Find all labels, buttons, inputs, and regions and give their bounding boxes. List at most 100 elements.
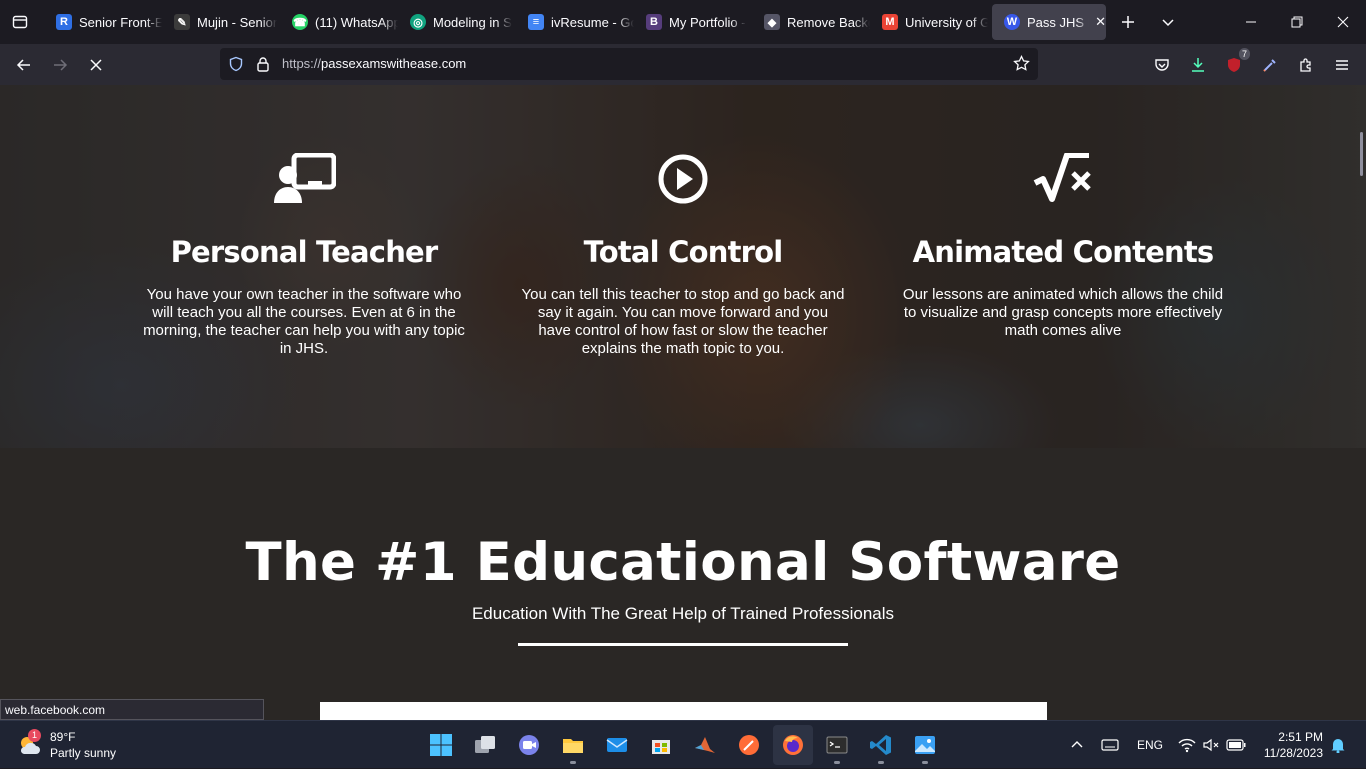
downloads-button[interactable] [1185,52,1211,78]
content-card [320,702,1047,720]
volume-button[interactable] [1202,721,1220,769]
video-chat-icon [519,735,539,755]
tab-list-button[interactable] [0,0,40,44]
tab-favicon-icon: W [1004,14,1020,30]
page-subheading: Education With The Great Help of Trained… [471,604,895,623]
weather-description: Partly sunny [50,746,117,760]
battery-button[interactable] [1226,721,1246,769]
extension-badge: 7 [1238,48,1250,60]
terminal-button[interactable] [817,725,857,765]
tab-favicon-icon: ☎ [292,14,308,30]
bookmark-star-icon[interactable] [1013,54,1030,77]
clock-button[interactable]: 2:51 PM 11/28/2023 [1264,729,1323,761]
file-explorer-button[interactable] [553,725,593,765]
windows-logo-icon [430,734,452,756]
photos-button[interactable] [905,725,945,765]
tab-pass-jhs-active[interactable]: W Pass JHS M ✕ [992,4,1106,40]
teams-chat-button[interactable] [509,725,549,765]
download-icon [1192,58,1204,72]
chevron-down-icon [1162,19,1174,27]
back-button[interactable] [11,52,37,78]
weather-widget[interactable]: 1 89°F Partly sunny [16,729,116,761]
features-hero-section: Personal Teacher You have your own teach… [0,85,1366,448]
tab-close-icon[interactable]: ✕ [1095,14,1106,30]
list-all-tabs-button[interactable] [1156,10,1180,34]
address-bar[interactable]: https://passexamswithease.com [220,48,1038,80]
puzzle-icon [1300,58,1311,72]
feature-title: Animated Contents [912,235,1215,269]
matlab-icon [695,737,715,753]
terminal-icon [826,736,848,754]
tab-title: University of G [905,14,988,30]
close-icon [1337,16,1349,28]
postman-button[interactable] [729,725,769,765]
tab-chatgpt-modeling[interactable]: ◎ Modeling in S [398,4,516,40]
hamburger-menu-icon [1336,60,1348,70]
tab-title: Remove Backg [787,14,870,30]
page-scrollbar[interactable] [1360,132,1363,176]
bell-icon [1331,739,1345,753]
pocket-button[interactable] [1149,52,1175,78]
restore-icon [1291,16,1303,28]
close-window-button[interactable] [1320,0,1366,44]
notifications-button[interactable] [1330,721,1346,769]
vscode-button[interactable] [861,725,901,765]
mail-button[interactable] [597,725,637,765]
play-circle-icon [657,153,709,210]
shield-icon [1228,58,1240,72]
forward-button[interactable] [47,52,73,78]
extensions-button[interactable] [1293,52,1319,78]
ublock-extension-button[interactable]: 7 [1221,48,1250,78]
plus-icon [1122,16,1134,28]
battery-icon [1226,739,1246,751]
tab-university-gmail[interactable]: M University of G [870,4,988,40]
show-hidden-icons-button[interactable] [1070,721,1084,769]
mail-icon [606,738,628,752]
tab-strip: R Senior Front-E ✎ Mujin - Senior ☎ (11)… [0,0,1366,44]
tab-title: Modeling in S [433,14,512,30]
tab-mujin[interactable]: ✎ Mujin - Senior [162,4,280,40]
tab-remove-background[interactable]: ◆ Remove Backg [752,4,870,40]
microsoft-store-button[interactable] [641,725,681,765]
feature-description: You have your own teacher in the softwar… [143,286,465,357]
wifi-icon [1178,738,1196,753]
tracking-protection-shield-icon[interactable] [228,56,244,77]
folder-icon [563,739,583,753]
tab-whatsapp[interactable]: ☎ (11) WhatsApp [280,4,398,40]
page-heading: The #1 Educational Software [245,532,1121,593]
input-language-indicator[interactable]: ENG [1137,721,1163,769]
tab-my-portfolio[interactable]: B My Portfolio - [634,4,752,40]
eyedropper-icon [1263,59,1276,72]
new-tab-button[interactable] [1116,10,1140,34]
language-label: ENG [1137,738,1164,752]
firefox-button[interactable] [773,725,813,765]
tab-favicon-icon: ✎ [174,14,190,30]
task-view-button[interactable] [465,725,505,765]
network-button[interactable] [1178,721,1196,769]
keyboard-icon [1101,739,1119,751]
tab-senior-frontend[interactable]: R Senior Front-E [44,4,162,40]
intro-section: The #1 Educational Software Education Wi… [0,448,1366,720]
feature-description: Our lessons are animated which allows th… [902,286,1224,339]
app-menu-button[interactable] [1329,52,1355,78]
navigation-toolbar: https://passexamswithease.com 7 [0,44,1366,85]
tab-ivresume-docs[interactable]: ≡ ivResume - Go [516,4,634,40]
tab-favicon-icon: B [646,14,662,30]
matlab-button[interactable] [685,725,725,765]
color-picker-extension-button[interactable] [1257,52,1283,78]
url-text[interactable]: https://passexamswithease.com [282,56,466,71]
store-bag-icon [652,740,670,754]
tab-title: Senior Front-E [79,14,162,30]
restore-button[interactable] [1274,0,1320,44]
minimize-button[interactable] [1228,0,1274,44]
tab-title: ivResume - Go [551,14,634,30]
tab-favicon-icon: R [56,14,72,30]
firefox-icon [783,735,803,755]
tab-favicon-icon: ◎ [410,14,426,30]
url-host: passexamswithease.com [321,56,467,71]
lock-icon[interactable] [256,56,270,77]
stop-loading-button[interactable] [83,52,109,78]
start-button[interactable] [421,725,461,765]
touch-keyboard-button[interactable] [1101,721,1119,769]
page-viewport: Personal Teacher You have your own teach… [0,85,1366,720]
